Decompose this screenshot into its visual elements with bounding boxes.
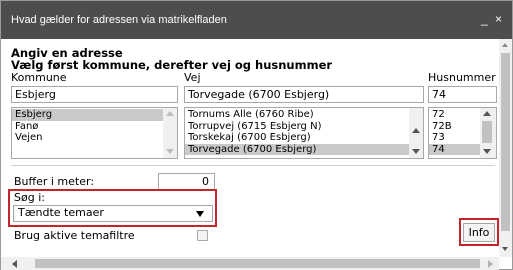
kommune-list-scrollbar[interactable] bbox=[163, 108, 177, 158]
soeg-label: Søg i: bbox=[14, 191, 45, 204]
dialog-vertical-scrollbar[interactable] bbox=[499, 39, 512, 257]
vej-option[interactable]: Torrupvej (6715 Esbjerg N) bbox=[185, 121, 423, 133]
husnummer-label: Husnummer bbox=[428, 71, 496, 84]
filter-checkbox[interactable] bbox=[197, 230, 208, 241]
arrow-up-icon[interactable] bbox=[412, 128, 420, 133]
kommune-option[interactable]: Vejen bbox=[12, 132, 177, 144]
vej-input[interactable]: Torvegade (6700 Esbjerg) bbox=[184, 86, 424, 103]
kommune-input[interactable]: Esbjerg bbox=[11, 86, 178, 103]
arrow-up-icon[interactable] bbox=[502, 43, 508, 47]
vej-option[interactable]: Tornums Alle (6760 Ribe) bbox=[185, 109, 423, 121]
minimize-icon[interactable]: _ bbox=[481, 12, 488, 26]
soeg-select[interactable]: Tændte temaer bbox=[13, 205, 213, 222]
vej-option[interactable]: Torvegade (6700 Esbjerg) bbox=[185, 143, 423, 155]
vej-list-scrollbar[interactable] bbox=[409, 108, 423, 158]
scrollbar-thumb[interactable] bbox=[482, 121, 492, 143]
arrow-down-icon[interactable] bbox=[412, 149, 420, 154]
vej-list[interactable]: Tornums Alle (6760 Ribe) Torrupvej (6715 … bbox=[184, 107, 424, 159]
kommune-label: Kommune bbox=[11, 71, 67, 84]
scrollbar-thumb[interactable] bbox=[501, 53, 510, 231]
arrow-down-icon[interactable] bbox=[483, 149, 491, 154]
info-button[interactable]: Info bbox=[463, 223, 495, 242]
buffer-label: Buffer i meter: bbox=[14, 175, 95, 188]
vej-label: Vej bbox=[184, 71, 201, 84]
arrow-up-icon[interactable] bbox=[483, 111, 491, 116]
section-divider bbox=[11, 165, 495, 166]
filter-label: Brug aktive temafiltre bbox=[14, 229, 135, 242]
kommune-option[interactable]: Fanø bbox=[12, 121, 177, 133]
dialog-title: Hvad gælder for adressen via matrikelfla… bbox=[11, 14, 227, 26]
title-bar[interactable]: Hvad gælder for adressen via matrikelfla… bbox=[1, 1, 512, 39]
scrollbar-thumb[interactable] bbox=[35, 259, 480, 268]
husnummer-input[interactable]: 74 bbox=[428, 86, 497, 103]
husnummer-list[interactable]: 72 72B 73 74 bbox=[428, 107, 497, 159]
arrow-left-icon[interactable] bbox=[12, 260, 17, 268]
dialog-window: Hvad gælder for adressen via matrikelfla… bbox=[0, 0, 513, 270]
vej-option[interactable]: Torskekaj (6700 Esbjerg) bbox=[185, 132, 423, 144]
close-icon[interactable]: × bbox=[495, 12, 502, 26]
buffer-input[interactable]: 0 bbox=[158, 173, 215, 190]
kommune-list[interactable]: Esbjerg Fanø Vejen bbox=[11, 107, 178, 159]
arrow-down-icon[interactable] bbox=[502, 247, 508, 251]
arrow-up-icon[interactable] bbox=[166, 111, 174, 116]
form-subheading: Vælg først kommune, derefter vej og husn… bbox=[11, 58, 333, 72]
dialog-content: Angiv en adresse Vælg først kommune, der… bbox=[1, 39, 499, 257]
kommune-option[interactable]: Esbjerg bbox=[12, 109, 177, 121]
dialog-horizontal-scrollbar[interactable] bbox=[1, 257, 499, 270]
arrow-right-icon[interactable] bbox=[488, 260, 493, 268]
husnummer-list-scrollbar[interactable] bbox=[480, 108, 496, 158]
soeg-selected-value: Tændte temaer bbox=[18, 206, 104, 219]
arrow-down-icon[interactable] bbox=[166, 149, 174, 154]
chevron-down-icon bbox=[196, 211, 204, 217]
